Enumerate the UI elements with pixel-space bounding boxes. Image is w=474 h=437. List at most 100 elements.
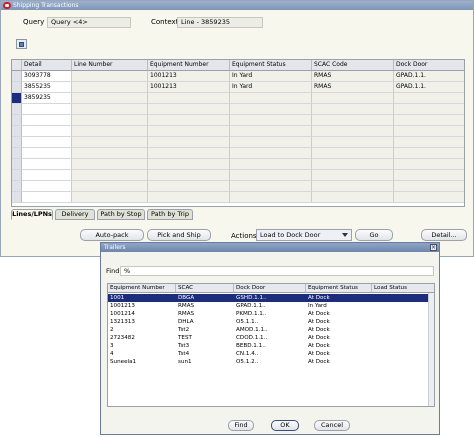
grid-cell[interactable]: RMAS (312, 82, 394, 93)
detail-button[interactable]: Detail... (421, 229, 467, 241)
ok-button[interactable]: OK (271, 420, 299, 431)
grid-cell[interactable]: 1001213 (148, 82, 230, 93)
grid-cell[interactable] (312, 192, 394, 203)
list-item[interactable]: 3 Tst3 BEBD.1.1.. At Dock (108, 342, 430, 350)
grid-cell[interactable] (230, 192, 312, 203)
row-selector[interactable] (12, 181, 22, 192)
grid-cell[interactable] (72, 181, 148, 192)
grid-cell[interactable] (312, 104, 394, 115)
grid-cell[interactable] (394, 137, 464, 148)
grid-cell[interactable] (148, 192, 230, 203)
actions-select[interactable]: Load to Dock Door (256, 229, 352, 241)
grid-cell[interactable]: 3093778 (22, 71, 72, 82)
grid-cell[interactable] (312, 115, 394, 126)
tab-path-by-stop[interactable]: Path by Stop (97, 209, 145, 220)
grid-cell[interactable] (312, 148, 394, 159)
grid-cell[interactable] (22, 126, 72, 137)
grid-cell[interactable] (230, 170, 312, 181)
grid-cell[interactable] (394, 181, 464, 192)
grid-cell[interactable] (22, 192, 72, 203)
grid-cell[interactable] (148, 115, 230, 126)
context-field[interactable]: Line - 3859235 (177, 17, 263, 28)
grid-cell[interactable] (22, 115, 72, 126)
grid-cell[interactable] (394, 126, 464, 137)
grid-cell[interactable] (72, 104, 148, 115)
grid-cell[interactable] (72, 126, 148, 137)
grid-cell[interactable] (148, 181, 230, 192)
grid-cell[interactable] (312, 181, 394, 192)
grid-cell[interactable]: 3855235 (22, 82, 72, 93)
row-selector[interactable] (12, 192, 22, 203)
list-item[interactable]: 2 Tst2 AMOD.1.1.. At Dock (108, 326, 430, 334)
grid-cell[interactable]: In Yard (230, 71, 312, 82)
grid-cell[interactable] (72, 192, 148, 203)
grid-cell[interactable] (394, 93, 464, 104)
cancel-button[interactable]: Cancel (314, 420, 350, 431)
list-item[interactable]: 1321313 DHLA O5.1.1.. At Dock (108, 318, 430, 326)
row-selector[interactable] (12, 82, 22, 93)
grid-cell[interactable] (394, 104, 464, 115)
grid-cell[interactable] (230, 181, 312, 192)
tab-path-by-trip[interactable]: Path by Trip (147, 209, 193, 220)
grid-cell[interactable] (22, 137, 72, 148)
tab-delivery[interactable]: Delivery (55, 209, 95, 220)
grid-cell[interactable] (312, 170, 394, 181)
find-button[interactable]: Find (228, 420, 254, 431)
grid-cell[interactable] (230, 137, 312, 148)
row-selector[interactable] (12, 126, 22, 137)
grid-cell[interactable] (22, 170, 72, 181)
grid-cell[interactable] (394, 170, 464, 181)
row-selector[interactable] (12, 93, 22, 104)
grid-cell[interactable] (394, 192, 464, 203)
list-item[interactable]: 2723482 TEST CDOD.1.1.. At Dock (108, 334, 430, 342)
grid-cell[interactable] (72, 148, 148, 159)
list-item[interactable]: Suneela1 sun1 O5.1.2.. At Dock (108, 358, 430, 366)
grid-cell[interactable]: GPAD.1.1. (394, 82, 464, 93)
grid-cell[interactable]: GPAD.1.1. (394, 71, 464, 82)
grid-cell[interactable] (230, 104, 312, 115)
grid-cell[interactable] (312, 93, 394, 104)
grid-cell[interactable] (72, 82, 148, 93)
list-item[interactable]: 1001213 RMAS GPAD.1.1.. In Yard (108, 302, 430, 310)
grid-cell[interactable] (394, 159, 464, 170)
grid-cell[interactable] (148, 170, 230, 181)
grid-cell[interactable] (230, 159, 312, 170)
row-selector[interactable] (12, 148, 22, 159)
find-field[interactable]: % (120, 266, 434, 276)
grid-cell[interactable] (72, 71, 148, 82)
row-selector[interactable] (12, 137, 22, 148)
grid-cell[interactable] (148, 137, 230, 148)
row-selector[interactable] (12, 159, 22, 170)
grid-cell[interactable] (230, 115, 312, 126)
grid-cell[interactable] (148, 159, 230, 170)
grid-cell[interactable] (148, 93, 230, 104)
grid-cell[interactable]: 1001213 (148, 71, 230, 82)
grid-cell[interactable] (72, 93, 148, 104)
query-field[interactable]: Query <4> (47, 17, 131, 28)
grid-cell[interactable] (394, 115, 464, 126)
grid-cell[interactable] (230, 126, 312, 137)
list-item[interactable]: 4 Tst4 CN.1.4.. At Dock (108, 350, 430, 358)
row-selector[interactable] (12, 104, 22, 115)
tab-lines-lpns[interactable]: Lines/LPNs (11, 209, 53, 220)
grid-cell[interactable] (312, 126, 394, 137)
row-selector[interactable] (12, 115, 22, 126)
grid-cell[interactable] (394, 148, 464, 159)
grid-cell[interactable] (312, 137, 394, 148)
grid-cell[interactable] (72, 137, 148, 148)
grid-cell[interactable] (72, 170, 148, 181)
grid-cell[interactable] (22, 159, 72, 170)
grid-cell[interactable] (148, 148, 230, 159)
grid-cell[interactable] (72, 159, 148, 170)
grid-cell[interactable] (230, 93, 312, 104)
grid-cell[interactable] (148, 104, 230, 115)
grid-cell[interactable] (312, 159, 394, 170)
go-button[interactable]: Go (355, 229, 393, 241)
grid-cell[interactable] (22, 104, 72, 115)
row-selector[interactable] (12, 170, 22, 181)
list-item[interactable]: 1001214 RMAS PKMD.1.1.. At Dock (108, 310, 430, 318)
folder-tools-icon[interactable] (16, 39, 27, 49)
row-selector[interactable] (12, 71, 22, 82)
list-item[interactable]: 1001 DBGA GSHD.1.1.. At Dock (108, 294, 430, 302)
list-scrollbar[interactable] (428, 293, 434, 406)
